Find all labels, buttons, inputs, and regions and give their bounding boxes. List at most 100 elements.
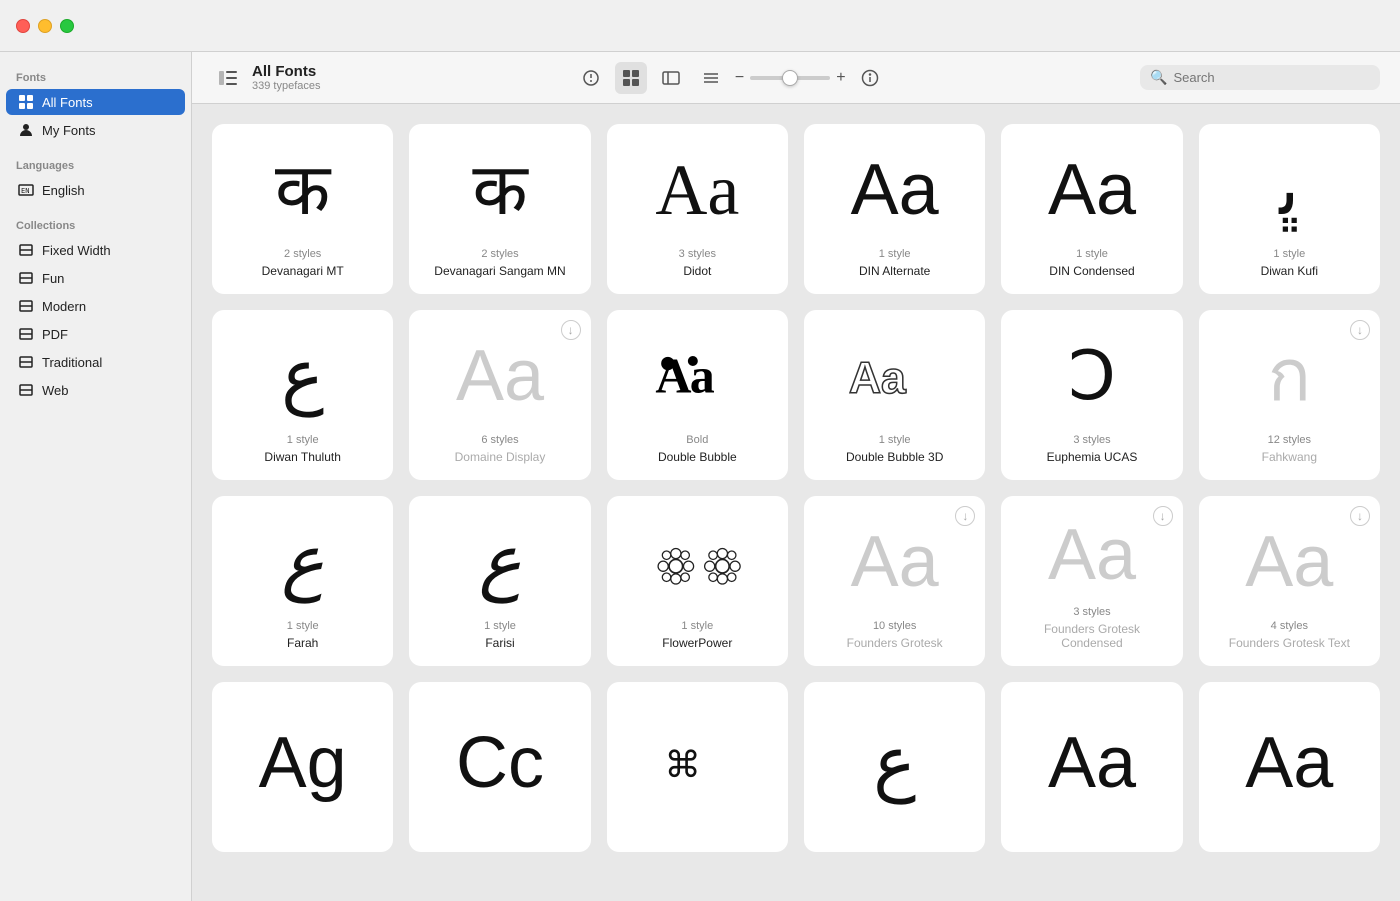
font-card-devanagari-sangam-mn[interactable]: क 2 styles Devanagari Sangam MN	[409, 124, 590, 294]
font-card-row4-6[interactable]: Aa	[1199, 682, 1380, 852]
font-name: Euphemia UCAS	[1047, 450, 1138, 464]
title-bar	[0, 0, 1400, 52]
download-badge[interactable]: ↓	[1350, 506, 1370, 526]
sidebar-item-fixed-width[interactable]: Fixed Width	[6, 237, 185, 263]
sidebar-item-modern[interactable]: Modern	[6, 293, 185, 319]
svg-text:EN: EN	[21, 187, 29, 195]
sidebar-item-english[interactable]: EN English	[6, 177, 185, 203]
font-preview: Ↄ	[1017, 326, 1166, 426]
font-preview: Ag	[228, 698, 377, 828]
font-card-din-condensed[interactable]: Aa 1 style DIN Condensed	[1001, 124, 1182, 294]
list-view-button[interactable]	[655, 62, 687, 94]
font-name: Devanagari MT	[262, 264, 344, 278]
modern-label: Modern	[42, 299, 86, 314]
close-button[interactable]	[16, 19, 30, 33]
font-styles: 1 style	[1273, 248, 1305, 260]
download-badge[interactable]: ↓	[1153, 506, 1173, 526]
font-styles: 1 style	[287, 620, 319, 632]
grid-view-button[interactable]	[615, 62, 647, 94]
info-button[interactable]	[854, 62, 886, 94]
font-card-founders-grotesk-condensed[interactable]: ↓ Aa 3 styles Founders Grotesk Condensed	[1001, 496, 1182, 666]
font-card-diwan-kufi[interactable]: ﭜ 1 style Diwan Kufi	[1199, 124, 1380, 294]
search-input[interactable]	[1173, 70, 1370, 85]
sidebar-item-fun[interactable]: Fun	[6, 265, 185, 291]
font-card-row4-3[interactable]: ⌘	[607, 682, 788, 852]
font-grid: क 2 styles Devanagari MT क 2 styles Deva…	[212, 124, 1380, 852]
font-preview: Aa	[820, 140, 969, 240]
font-name: FlowerPower	[662, 636, 732, 650]
font-preview: क	[228, 140, 377, 240]
font-card-domaine-display[interactable]: ↓ Aa 6 styles Domaine Display	[409, 310, 590, 480]
traditional-icon	[18, 354, 34, 370]
traffic-lights	[16, 19, 74, 33]
english-label: English	[42, 183, 85, 198]
font-styles: 12 styles	[1268, 434, 1311, 446]
font-preview: ع	[228, 326, 377, 426]
font-name: Founders Grotesk Text	[1229, 636, 1350, 650]
font-card-devanagari-mt[interactable]: क 2 styles Devanagari MT	[212, 124, 393, 294]
font-styles: 1 style	[484, 620, 516, 632]
modern-icon	[18, 298, 34, 314]
font-card-founders-grotesk[interactable]: ↓ Aa 10 styles Founders Grotesk	[804, 496, 985, 666]
font-card-row4-1[interactable]: Ag	[212, 682, 393, 852]
font-card-double-bubble[interactable]: Aa Bold Double Bubble	[607, 310, 788, 480]
maximize-button[interactable]	[60, 19, 74, 33]
sidebar-toggle-button[interactable]	[212, 62, 244, 94]
font-card-row4-5[interactable]: Aa	[1001, 682, 1182, 852]
font-name: Double Bubble	[658, 450, 737, 464]
filter-button[interactable]	[575, 62, 607, 94]
download-badge[interactable]: ↓	[955, 506, 975, 526]
font-card-didot[interactable]: Aa 3 styles Didot	[607, 124, 788, 294]
size-increase-button[interactable]: +	[836, 70, 845, 86]
font-styles: 1 style	[287, 434, 319, 446]
my-fonts-label: My Fonts	[42, 123, 95, 138]
sidebar-item-all-fonts[interactable]: All Fonts	[6, 89, 185, 115]
font-styles: 4 styles	[1271, 620, 1308, 632]
font-title-area: All Fonts 339 typefaces	[252, 63, 321, 92]
detail-view-button[interactable]	[695, 62, 727, 94]
pdf-label: PDF	[42, 327, 68, 342]
traditional-label: Traditional	[42, 355, 102, 370]
font-name: Founders Grotesk Condensed	[1017, 622, 1166, 650]
sidebar-section-languages: Languages	[0, 152, 191, 176]
font-card-diwan-thuluth[interactable]: ع 1 style Diwan Thuluth	[212, 310, 393, 480]
font-card-euphemia-ucas[interactable]: Ↄ 3 styles Euphemia UCAS	[1001, 310, 1182, 480]
font-styles: 1 style	[879, 434, 911, 446]
content-area: क 2 styles Devanagari MT क 2 styles Deva…	[192, 104, 1400, 901]
svg-text:Aa: Aa	[656, 348, 715, 404]
fixed-width-icon	[18, 242, 34, 258]
sidebar-section-collections: Collections	[0, 212, 191, 236]
font-styles: 10 styles	[873, 620, 916, 632]
font-name: Double Bubble 3D	[846, 450, 943, 464]
minimize-button[interactable]	[38, 19, 52, 33]
size-decrease-button[interactable]: −	[735, 70, 744, 86]
search-icon: 🔍	[1150, 69, 1167, 86]
download-badge[interactable]: ↓	[1350, 320, 1370, 340]
size-slider[interactable]	[750, 76, 830, 80]
sidebar-item-my-fonts[interactable]: My Fonts	[6, 117, 185, 143]
font-styles: 1 style	[879, 248, 911, 260]
font-card-flower-power[interactable]: 1 style FlowerPower	[607, 496, 788, 666]
font-styles: 3 styles	[1073, 434, 1110, 446]
font-card-row4-4[interactable]: ع	[804, 682, 985, 852]
font-card-founders-grotesk-text[interactable]: ↓ Aa 4 styles Founders Grotesk Text	[1199, 496, 1380, 666]
font-card-fahkwang[interactable]: ↓ ก 12 styles Fahkwang	[1199, 310, 1380, 480]
font-card-double-bubble-3d[interactable]: Aa 1 style Double Bubble 3D	[804, 310, 985, 480]
font-preview: ع	[425, 512, 574, 612]
sidebar-item-pdf[interactable]: PDF	[6, 321, 185, 347]
font-card-din-alternate[interactable]: Aa 1 style DIN Alternate	[804, 124, 985, 294]
sidebar-item-web[interactable]: Web	[6, 377, 185, 403]
font-preview: ⌘	[623, 698, 772, 828]
font-card-row4-2[interactable]: Cc	[409, 682, 590, 852]
download-badge[interactable]: ↓	[561, 320, 581, 340]
fixed-width-label: Fixed Width	[42, 243, 111, 258]
sidebar-item-traditional[interactable]: Traditional	[6, 349, 185, 375]
font-preview: Aa	[1215, 698, 1364, 828]
font-card-farah[interactable]: ع 1 style Farah	[212, 496, 393, 666]
font-subtitle: 339 typefaces	[252, 80, 321, 92]
font-card-farisi[interactable]: ع 1 style Farisi	[409, 496, 590, 666]
font-styles: 6 styles	[481, 434, 518, 446]
font-name: Farah	[287, 636, 318, 650]
toolbar: All Fonts 339 typefaces	[192, 52, 1400, 104]
font-preview: Aa	[623, 140, 772, 240]
